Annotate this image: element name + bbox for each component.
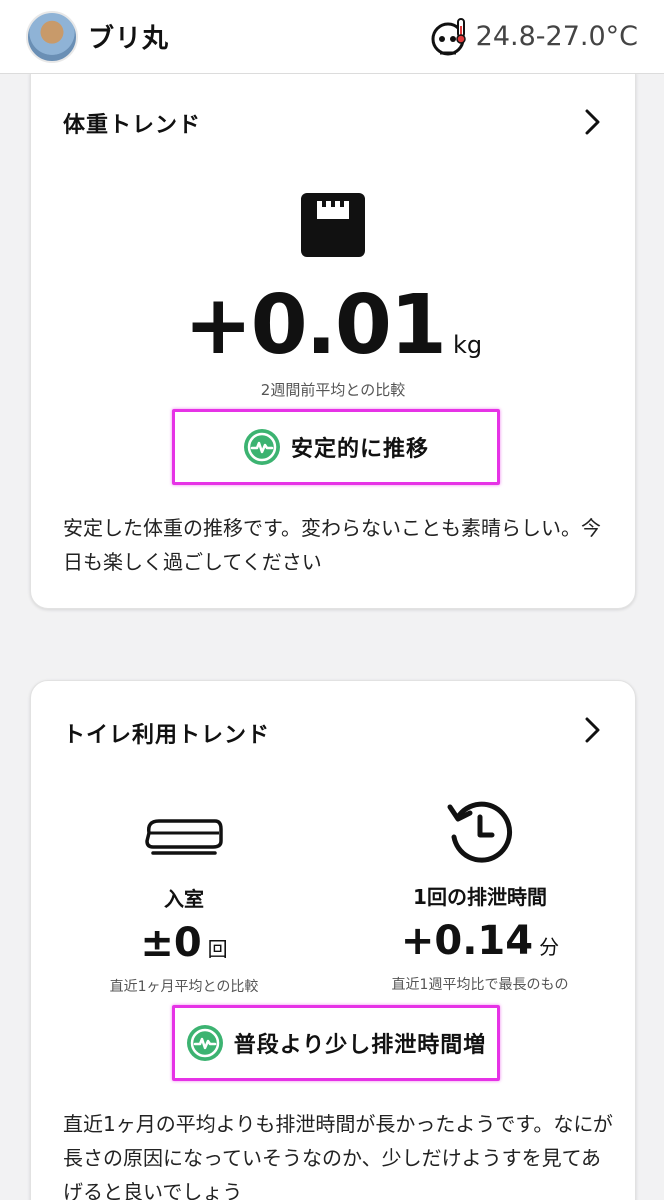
pet-avatar[interactable]	[26, 10, 78, 63]
toilet-status-badge: 普段より少し排泄時間増	[172, 1005, 500, 1081]
toilet-description: 直近1ヶ月の平均よりも排泄時間が長かったようです。なにが長さの原因になっていそう…	[63, 1112, 613, 1200]
pet-name[interactable]: ブリ丸	[88, 18, 169, 55]
weight-scale-icon	[301, 193, 365, 257]
card-title: 体重トレンド	[63, 113, 202, 138]
weight-description: 安定した体重の推移です。変わらないことも素晴らしい。今日も楽しく過ごしてください	[63, 516, 601, 574]
duration-label: 1回の排泄時間	[413, 885, 547, 909]
entry-metric: 入室 ±0 回 直近1ヶ月平均との比較	[39, 817, 329, 996]
toilet-trend-card[interactable]: トイレ利用トレンド 入室 ±0 回 直近1ヶ月平均との比較 1回の排泄時間 +0.…	[30, 680, 636, 1200]
duration-caption: 直近1週平均比で最長のもの	[391, 977, 569, 993]
weight-unit: kg	[452, 331, 483, 359]
entry-caption: 直近1ヶ月平均との比較	[109, 979, 259, 995]
app-header: ブリ丸 24.8-27.0°C	[0, 0, 664, 74]
entry-label: 入室	[164, 887, 204, 911]
duration-value: +0.14	[400, 918, 534, 964]
heartbeat-icon	[243, 429, 280, 465]
duration-unit: 分	[539, 935, 560, 959]
chevron-right-icon[interactable]	[579, 109, 605, 135]
clock-history-icon	[447, 801, 513, 863]
card-title: トイレ利用トレンド	[63, 723, 271, 748]
entry-value: ±0	[140, 920, 202, 966]
weight-caption: 2週間前平均との比較	[260, 381, 406, 399]
chevron-right-icon[interactable]	[579, 717, 605, 743]
weight-value-row: +0.01 kg	[31, 278, 635, 373]
duration-metric: 1回の排泄時間 +0.14 分 直近1週平均比で最長のもの	[335, 797, 625, 994]
weight-trend-card[interactable]: 体重トレンド +0.01 kg 2週間前平均との比較 安定的に推移 安定した体重の…	[30, 72, 636, 609]
entry-unit: 回	[207, 937, 228, 961]
temperature-range: 24.8-27.0°C	[475, 21, 638, 52]
weight-status-badge: 安定的に推移	[172, 409, 500, 485]
thermometer-robot-icon	[431, 17, 466, 55]
heartbeat-icon	[186, 1025, 223, 1061]
scale-icon-wrap	[31, 191, 635, 263]
toilet-status-text: 普段より少し排泄時間増	[233, 1033, 487, 1058]
duration-value-row: +0.14 分	[335, 918, 625, 964]
litter-box-icon	[145, 819, 223, 855]
weight-value: +0.01	[183, 278, 447, 373]
entry-value-row: ±0 回	[39, 920, 329, 966]
weight-status-text: 安定的に推移	[290, 437, 429, 462]
